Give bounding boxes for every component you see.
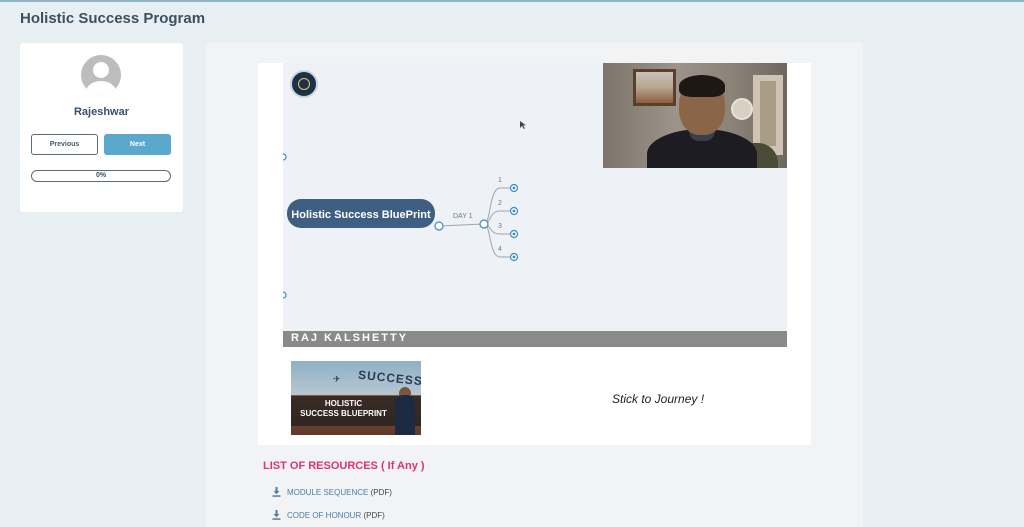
page-title: Holistic Success Program [20,10,206,27]
top-border [0,0,1024,2]
plane-icon: ✈ [333,374,341,384]
webcam-feed [603,63,787,168]
avatar-head-shape [93,62,109,78]
resource-file-type: (PDF) [370,488,392,497]
progress-text: 0% [95,172,107,179]
edge-node-icon [283,153,287,161]
cursor-icon [520,121,526,129]
resource-link[interactable]: MODULE SEQUENCE (PDF) [287,488,392,497]
previous-button[interactable]: Previous [31,134,98,155]
program-thumbnail[interactable]: ✈ SUCCESS HOLISTIC SUCCESS BLUEPRINT [291,361,421,435]
central-node-label: Holistic Success BluePrint [291,209,431,221]
sub-node-label: 1 [498,177,502,184]
avatar-shoulders-shape [86,81,116,95]
presenter-name: RAJ KALSHETTY [291,332,409,344]
user-name: Rajeshwar [73,106,130,118]
resources-heading: LIST OF RESOURCES ( If Any ) [263,460,425,472]
branch-label: DAY 1 [453,213,473,220]
branch-line [483,223,510,258]
edge-node-icon [283,291,287,299]
connector-node-icon [434,221,444,231]
avatar [81,55,121,95]
resource-file-type: (PDF) [363,511,385,520]
download-icon[interactable] [272,510,281,520]
branch-line [438,223,485,227]
sub-node-label: 4 [498,246,502,253]
resource-link[interactable]: CODE OF HONOUR (PDF) [287,511,385,520]
sub-node-label: 3 [498,223,502,230]
presenter-banner: RAJ KALSHETTY [283,331,787,347]
next-button[interactable]: Next [104,134,171,155]
progress-bar: 0% [31,170,171,182]
branch-line [483,187,510,225]
thumbnail-title-line1: HOLISTIC [324,399,363,408]
motivation-quote: Stick to Journey ! [612,392,705,406]
download-icon[interactable] [272,487,281,497]
wall-clock [731,98,753,120]
thumbnail-title-line2: SUCCESS BLUEPRINT [300,409,387,418]
thumbnail-person [395,395,415,435]
connector-node-icon [479,219,489,229]
sub-node-label: 2 [498,200,502,207]
profile-card: Rajeshwar Previous Next 0% [20,43,183,212]
